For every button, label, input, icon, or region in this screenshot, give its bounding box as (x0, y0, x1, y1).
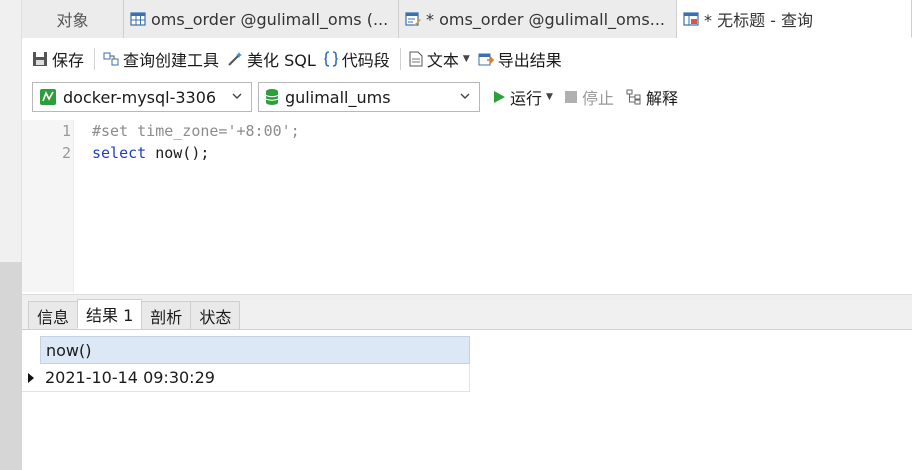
table-grid-icon (130, 12, 146, 26)
result-tabs: 信息 结果 1 剖析 状态 (22, 299, 912, 330)
line-number-gutter: 1 2 (22, 120, 74, 292)
sql-editor[interactable]: 1 2 #set time_zone='+8:00'; select now()… (22, 120, 912, 292)
query-builder-icon (103, 52, 119, 66)
tab-info-label: 信息 (37, 307, 70, 327)
save-label: 保存 (52, 51, 85, 70)
chevron-down-icon: ▼ (462, 54, 470, 64)
tab-oms-order-design[interactable]: * oms_order @gulimall_oms... (399, 0, 677, 38)
chevron-down-icon (460, 93, 470, 99)
explain-icon (626, 89, 641, 105)
toolbar-divider (94, 48, 96, 70)
sql-keyword: select (92, 144, 147, 162)
braces-icon (324, 51, 338, 67)
document-icon (409, 51, 423, 67)
tab-result-1[interactable]: 结果 1 (77, 299, 143, 329)
line-number: 1 (61, 122, 71, 140)
code-snippet-button[interactable]: 代码段 (324, 47, 390, 71)
tab-status-label: 状态 (199, 307, 232, 327)
row-pointer-icon (22, 364, 40, 392)
stop-label: 停止 (581, 89, 614, 108)
connection-select[interactable]: docker-mysql-3306 (32, 82, 252, 112)
save-button[interactable]: 保存 (32, 47, 84, 71)
code-line-select[interactable]: select now(); (92, 144, 209, 162)
database-select[interactable]: gulimall_ums (258, 82, 480, 112)
code-line-comment[interactable]: #set time_zone='+8:00'; (92, 122, 300, 140)
tab-info[interactable]: 信息 (28, 301, 79, 329)
tab-oms-order-design-label: * oms_order @gulimall_oms... (426, 9, 665, 29)
connection-bar: docker-mysql-3306 gulimall_ums 运行 ▼ 停止 解… (22, 80, 912, 114)
tab-objects[interactable]: 对象 (22, 0, 124, 38)
query-builder-label: 查询创建工具 (123, 51, 220, 70)
save-icon (33, 52, 47, 66)
explain-label: 解释 (645, 89, 678, 108)
tab-result-1-label: 结果 1 (86, 306, 134, 325)
beautify-sql-button[interactable]: 美化 SQL (227, 47, 316, 71)
export-results-label: 导出结果 (497, 51, 562, 70)
tab-profile-label: 剖析 (150, 307, 183, 327)
chevron-down-icon (232, 93, 242, 99)
database-icon (265, 89, 279, 105)
mysql-connection-icon (40, 89, 56, 105)
tab-oms-order-view-label: oms_order @gulimall_oms (... (151, 9, 389, 29)
left-scroll-thumb[interactable] (0, 262, 22, 470)
beautify-sql-label: 美化 SQL (247, 51, 316, 70)
connection-name: docker-mysql-3306 (63, 87, 217, 107)
toolbar: 保存 查询创建工具 美化 SQL 代码段 文本 ▼ 导出结果 (22, 40, 912, 78)
export-results-button[interactable]: 导出结果 (478, 47, 562, 71)
tab-untitled-query[interactable]: * 无标题 - 查询 (677, 0, 912, 38)
tab-untitled-query-label: * 无标题 - 查询 (704, 10, 814, 30)
line-number: 2 (61, 144, 71, 162)
query-builder-button[interactable]: 查询创建工具 (103, 47, 219, 71)
database-name: gulimall_ums (285, 87, 391, 107)
run-button[interactable]: 运行 ▼ (492, 85, 553, 109)
tab-objects-label: 对象 (56, 11, 89, 30)
play-icon (494, 91, 505, 103)
chevron-down-icon: ▼ (546, 92, 553, 102)
query-icon (683, 11, 699, 26)
tab-bar: 对象 oms_order @gulimall_oms (... * oms_or… (22, 0, 912, 38)
table-cell[interactable]: 2021-10-14 09:30:29 (40, 363, 470, 392)
tab-profile[interactable]: 剖析 (141, 301, 192, 329)
column-header-now[interactable]: now() (40, 336, 470, 364)
beautify-wand-icon (228, 52, 243, 66)
text-menu-label: 文本 (426, 51, 459, 70)
sql-expression: now(); (146, 144, 210, 162)
export-icon (478, 53, 494, 66)
run-label: 运行 (510, 89, 543, 108)
table-row[interactable]: 2021-10-14 09:30:29 (22, 363, 470, 392)
stop-icon (564, 91, 577, 103)
table-edit-icon (405, 12, 421, 26)
tab-status[interactable]: 状态 (190, 301, 241, 329)
stop-button[interactable]: 停止 (564, 85, 614, 109)
text-menu-button[interactable]: 文本 ▼ (409, 47, 470, 71)
tab-oms-order-view[interactable]: oms_order @gulimall_oms (... (124, 0, 399, 38)
explain-button[interactable]: 解释 (626, 85, 678, 109)
left-scroll-strip[interactable] (0, 0, 22, 470)
column-header-label: now() (46, 340, 92, 360)
toolbar-divider (399, 48, 401, 70)
code-snippet-label: 代码段 (341, 51, 390, 70)
